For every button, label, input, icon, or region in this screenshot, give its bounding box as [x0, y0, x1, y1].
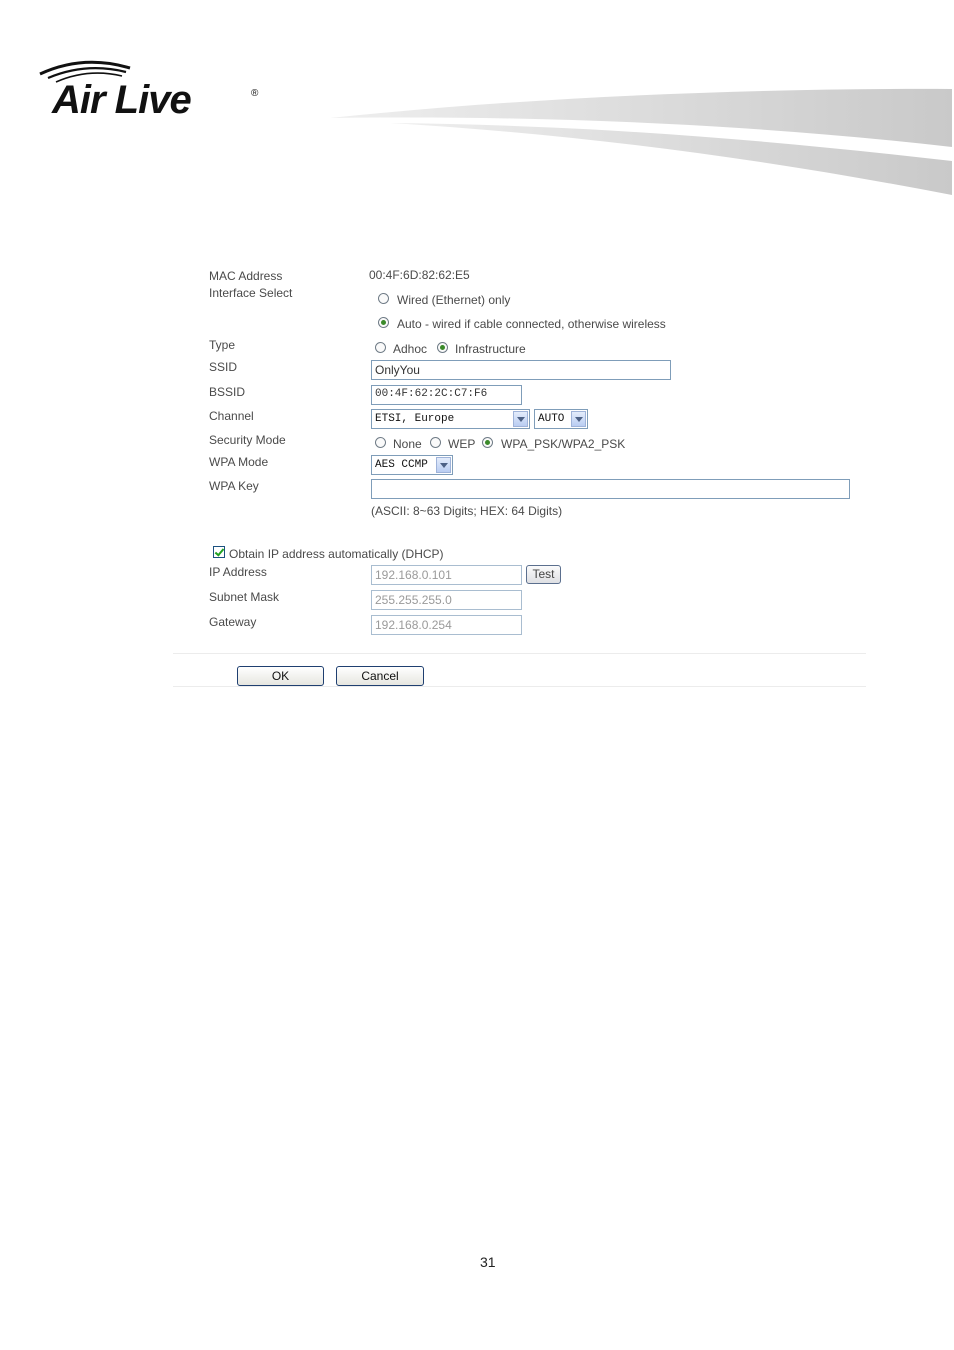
wpa-mode-value: AES CCMP	[375, 459, 428, 471]
divider-bottom	[173, 686, 866, 687]
interface-select-label: Interface Select	[209, 286, 293, 300]
radio-wired-only-label: Wired (Ethernet) only	[397, 293, 511, 307]
ip-address-input[interactable]: 192.168.0.101	[371, 565, 522, 585]
dhcp-checkbox[interactable]	[213, 546, 225, 558]
gateway-label: Gateway	[209, 615, 257, 629]
radio-infrastructure-label: Infrastructure	[455, 342, 526, 356]
chevron-down-icon[interactable]	[571, 411, 586, 427]
channel-number-select[interactable]: AUTO	[534, 409, 588, 429]
brand-name: Air Live	[52, 78, 192, 122]
mac-address-value: 00:4F:6D:82:62:E5	[369, 268, 470, 282]
header-swoosh-graphic	[330, 88, 952, 195]
channel-region-select[interactable]: ETSI, Europe	[371, 409, 530, 429]
ip-address-label: IP Address	[209, 565, 267, 579]
wpa-key-input[interactable]	[371, 479, 850, 499]
type-label: Type	[209, 338, 236, 352]
test-button[interactable]: Test	[526, 565, 561, 584]
mac-address-label: MAC Address	[209, 269, 283, 283]
radio-security-wep-label: WEP	[448, 437, 476, 451]
subnet-mask-input[interactable]: 255.255.255.0	[371, 590, 522, 610]
radio-security-none-label: None	[393, 437, 422, 451]
radio-security-wpa-label: WPA_PSK/WPA2_PSK	[501, 437, 626, 451]
wpa-key-label: WPA Key	[209, 479, 259, 493]
channel-number-value: AUTO	[538, 413, 565, 425]
subnet-mask-label: Subnet Mask	[209, 590, 280, 604]
ssid-label: SSID	[209, 360, 238, 374]
radio-security-none[interactable]	[375, 437, 386, 448]
ssid-input[interactable]: OnlyYou	[371, 360, 671, 380]
page-number: 31	[480, 1254, 496, 1270]
channel-region-value: ETSI, Europe	[375, 413, 455, 425]
wpa-key-hint: (ASCII: 8~63 Digits; HEX: 64 Digits)	[371, 504, 563, 518]
channel-label: Channel	[209, 409, 254, 423]
wpa-mode-select[interactable]: AES CCMP	[371, 455, 453, 475]
radio-wired-only[interactable]	[378, 293, 389, 304]
bssid-input[interactable]: 00:4F:62:2C:C7:F6	[371, 385, 522, 405]
gateway-input[interactable]: 192.168.0.254	[371, 615, 522, 635]
chevron-down-icon[interactable]	[436, 457, 451, 473]
registered-mark: ®	[251, 88, 259, 99]
ok-button[interactable]: OK	[237, 666, 324, 686]
chevron-down-icon[interactable]	[513, 411, 528, 427]
dhcp-checkbox-label: Obtain IP address automatically (DHCP)	[229, 547, 444, 561]
radio-adhoc[interactable]	[375, 342, 386, 353]
radio-security-wep[interactable]	[430, 437, 441, 448]
wpa-mode-label: WPA Mode	[209, 455, 269, 469]
radio-auto-label: Auto - wired if cable connected, otherwi…	[397, 317, 666, 331]
cancel-button[interactable]: Cancel	[336, 666, 424, 686]
radio-infrastructure[interactable]	[437, 342, 448, 353]
airlive-logo: Air Live ®	[38, 58, 278, 128]
radio-auto[interactable]	[378, 317, 389, 328]
bssid-label: BSSID	[209, 385, 246, 399]
radio-adhoc-label: Adhoc	[393, 342, 428, 356]
radio-security-wpa[interactable]	[482, 437, 493, 448]
divider-top	[173, 653, 866, 654]
security-mode-label: Security Mode	[209, 433, 286, 447]
